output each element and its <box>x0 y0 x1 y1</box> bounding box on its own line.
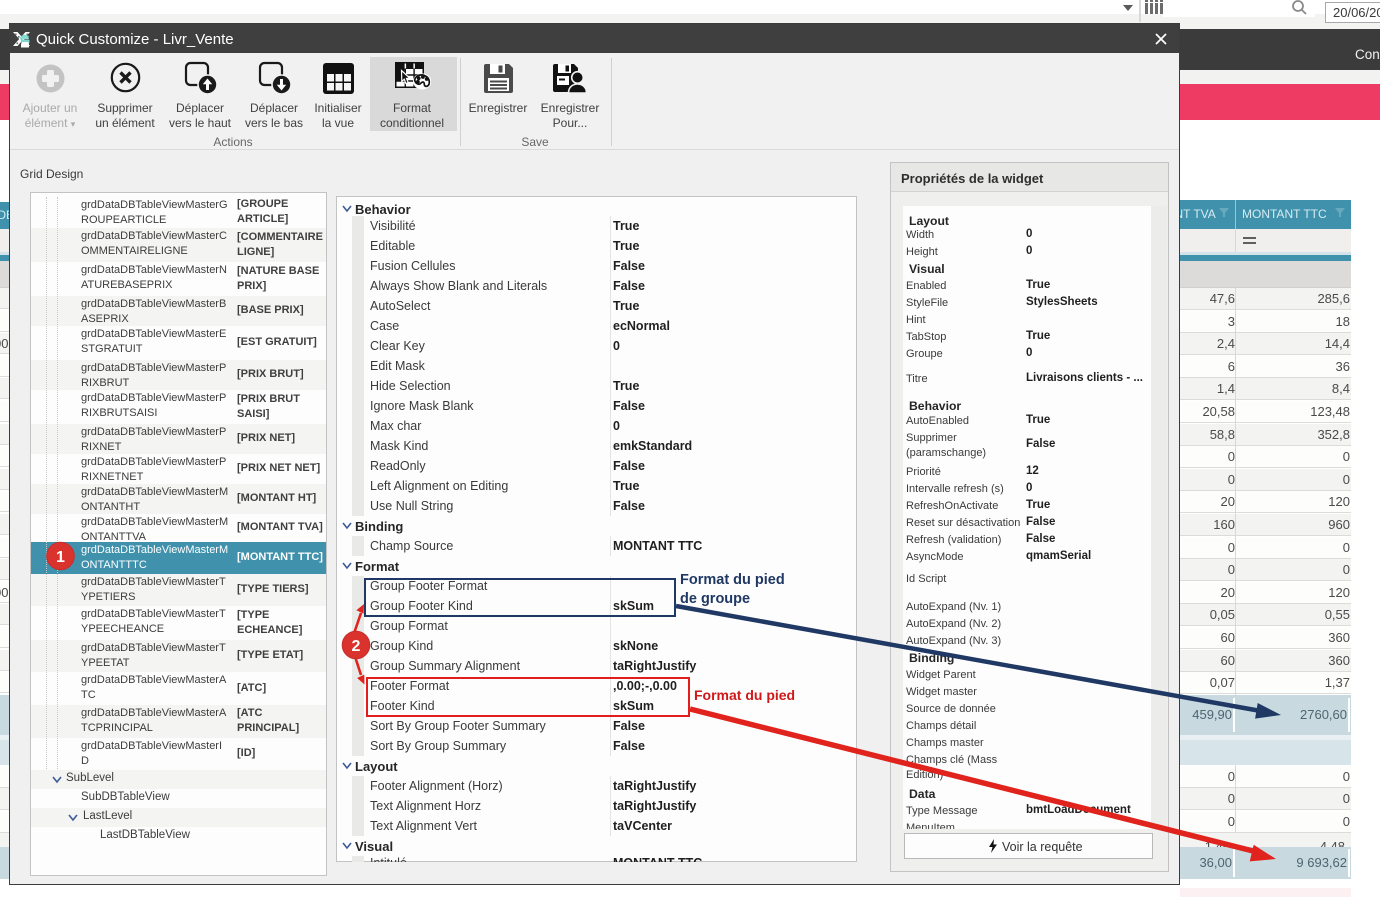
svg-text:1: 1 <box>56 549 65 566</box>
svg-text:2: 2 <box>352 638 361 655</box>
